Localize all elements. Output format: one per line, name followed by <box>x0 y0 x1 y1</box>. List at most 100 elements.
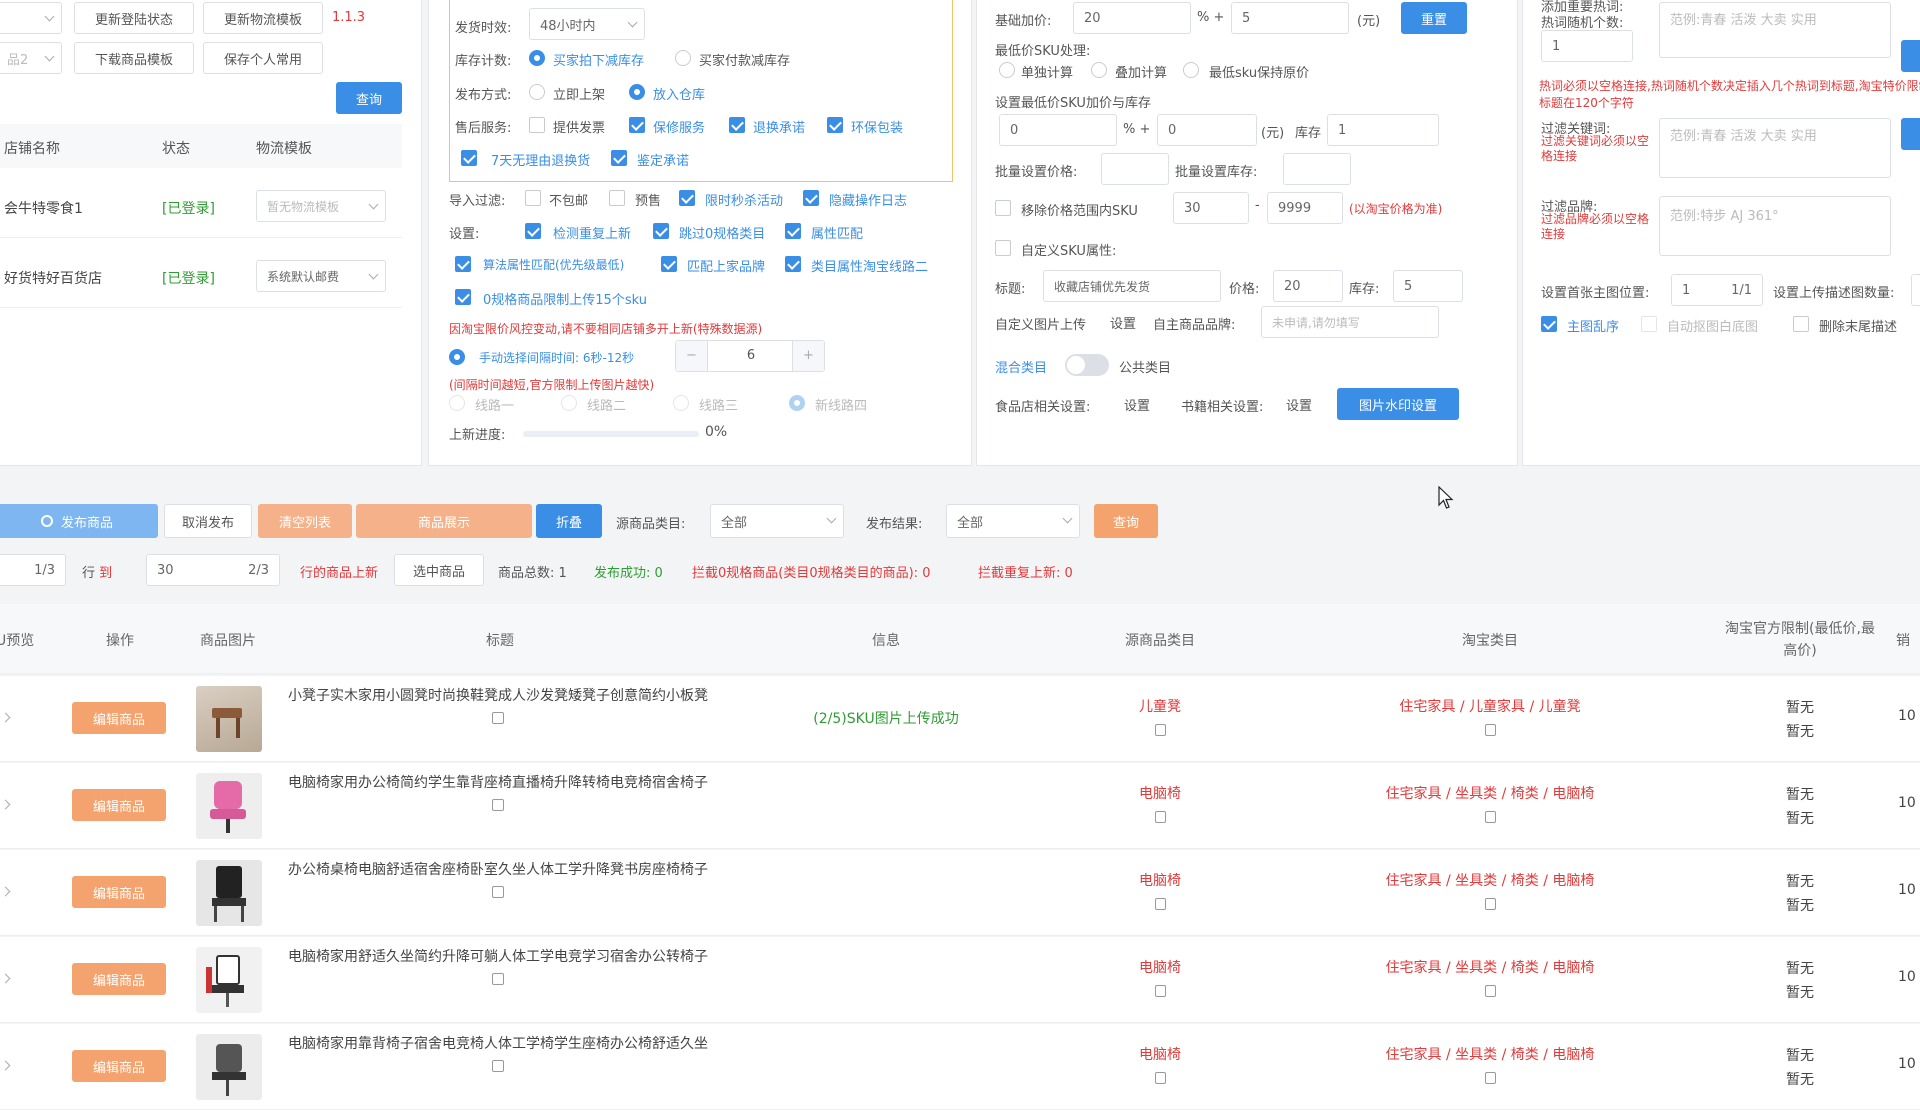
download-template-button[interactable]: 下载商品模板 <box>74 42 194 74</box>
line-radio[interactable] <box>561 395 577 411</box>
stock-opt-radio[interactable] <box>675 50 691 66</box>
setting-checkbox[interactable] <box>785 223 801 239</box>
hot-words-textarea[interactable]: 范例:青春 活泼 大卖 实用 <box>1659 2 1891 58</box>
publish-button[interactable]: 发布商品 <box>0 504 158 538</box>
copy-icon[interactable] <box>1484 724 1496 736</box>
remove-min-input[interactable]: 30 <box>1173 192 1249 224</box>
edit-product-button[interactable]: 编辑商品 <box>72 789 166 821</box>
filter-brand-textarea[interactable]: 范例:特步 AJ 361° <box>1659 196 1891 256</box>
shop-row[interactable]: 好货特好百货店 [已登录] 系统默认邮费 <box>0 248 402 308</box>
product-image[interactable] <box>196 773 262 839</box>
min-sku-stock-input[interactable]: 1 <box>1327 114 1439 146</box>
edit-icon[interactable] <box>492 973 504 985</box>
source-cat-select[interactable]: 全部 <box>710 504 844 538</box>
main-img-pos-input[interactable]: 1 1/1 <box>1671 274 1763 306</box>
book-set-button[interactable]: 设置 <box>1277 388 1321 420</box>
select-products-button[interactable]: 选中商品 <box>394 554 484 586</box>
base-price-input[interactable]: 20 <box>1073 2 1191 34</box>
setting-checkbox[interactable] <box>653 223 669 239</box>
expand-chevron-icon[interactable] <box>0 799 11 810</box>
batch-price-input[interactable] <box>1101 153 1169 185</box>
custom-img-set-button[interactable]: 设置 <box>1101 306 1145 338</box>
interval-radio[interactable] <box>449 349 465 365</box>
edit-icon[interactable] <box>492 1060 504 1072</box>
hot-words-button[interactable] <box>1901 40 1920 72</box>
expand-chevron-icon[interactable] <box>0 1060 11 1071</box>
aftersale-checkbox[interactable] <box>729 117 745 133</box>
watermark-button[interactable]: 图片水印设置 <box>1337 388 1459 420</box>
aftersale-checkbox[interactable] <box>611 150 627 166</box>
line-radio[interactable] <box>673 395 689 411</box>
stock-input[interactable]: 5 <box>1393 270 1463 302</box>
copy-icon[interactable] <box>1154 985 1166 997</box>
filter-kw-textarea[interactable]: 范例:青春 活泼 大卖 实用 <box>1659 118 1891 178</box>
publish-mode-radio[interactable] <box>529 84 545 100</box>
setting-checkbox[interactable] <box>455 289 471 305</box>
publish-mode-radio[interactable] <box>629 84 645 100</box>
hot-count-input[interactable]: 1 <box>1541 30 1633 62</box>
update-login-button[interactable]: 更新登陆状态 <box>74 2 194 34</box>
custom-sku-checkbox[interactable] <box>995 240 1011 256</box>
filter-query-button[interactable]: 查询 <box>1094 504 1158 538</box>
edit-product-button[interactable]: 编辑商品 <box>72 1050 166 1082</box>
remove-range-checkbox[interactable] <box>995 200 1011 216</box>
product-image[interactable] <box>196 860 262 926</box>
setting-checkbox[interactable] <box>455 256 471 272</box>
filter-checkbox[interactable] <box>609 190 625 206</box>
product-image[interactable] <box>196 1034 262 1100</box>
save-personal-button[interactable]: 保存个人常用 <box>203 42 323 74</box>
minus-icon[interactable]: − <box>676 341 708 371</box>
shop-template-select[interactable]: 系统默认邮费 <box>256 260 386 292</box>
min-sku-add-input[interactable]: 0 <box>1157 114 1257 146</box>
delete-desc-checkbox[interactable] <box>1793 316 1809 332</box>
min-sku-radio[interactable] <box>999 62 1015 78</box>
edit-product-button[interactable]: 编辑商品 <box>72 963 166 995</box>
table-row[interactable]: 编辑商品 电脑椅家用靠背椅子宿舍电竞椅人体工学椅学生座椅办公椅舒适久坐 电脑椅 住宅家… <box>0 1024 1920 1110</box>
line-radio[interactable] <box>789 395 805 411</box>
copy-icon[interactable] <box>1484 811 1496 823</box>
min-sku-radio[interactable] <box>1091 62 1107 78</box>
aftersale-checkbox[interactable] <box>629 117 645 133</box>
setting-checkbox[interactable] <box>525 223 541 239</box>
filter-checkbox[interactable] <box>679 190 695 206</box>
copy-icon[interactable] <box>1484 898 1496 910</box>
brand-input[interactable]: 未申请,请勿填写 <box>1261 306 1439 338</box>
table-row[interactable]: 编辑商品 办公椅桌椅电脑舒适宿舍座椅卧室久坐人体工学升降凳书房座椅椅子 电脑椅 住宅家… <box>0 850 1920 936</box>
food-set-button[interactable]: 设置 <box>1115 388 1159 420</box>
aftersale-checkbox[interactable] <box>461 150 477 166</box>
fold-button[interactable]: 折叠 <box>536 504 602 538</box>
white-bg-checkbox[interactable] <box>1641 316 1657 332</box>
batch-stock-input[interactable] <box>1283 153 1351 185</box>
aftersale-checkbox[interactable] <box>827 117 843 133</box>
category-toggle[interactable] <box>1065 354 1109 376</box>
filter-checkbox[interactable] <box>525 190 541 206</box>
copy-icon[interactable] <box>1484 1072 1496 1084</box>
shuffle-checkbox[interactable] <box>1541 316 1557 332</box>
edit-icon[interactable] <box>492 712 504 724</box>
edit-icon[interactable] <box>492 799 504 811</box>
product-image[interactable] <box>196 947 262 1013</box>
price-input[interactable]: 20 <box>1273 270 1343 302</box>
query-button[interactable]: 查询 <box>336 82 402 114</box>
min-sku-radio[interactable] <box>1183 62 1199 78</box>
expand-chevron-icon[interactable] <box>0 973 11 984</box>
cancel-publish-button[interactable]: 取消发布 <box>164 504 252 538</box>
shop-row[interactable]: 会牛特零食1 [已登录] 暂无物流模板 <box>0 178 402 238</box>
remove-max-input[interactable]: 9999 <box>1267 192 1343 224</box>
table-row[interactable]: 编辑商品 电脑椅家用办公椅简约学生靠背座椅直播椅升降转椅电竞椅宿舍椅子 电脑椅 住宅家… <box>0 763 1920 849</box>
filter-kw-button[interactable] <box>1901 118 1920 150</box>
edit-icon[interactable] <box>492 886 504 898</box>
plus-icon[interactable]: + <box>792 341 824 371</box>
show-products-button[interactable]: 商品展示 <box>356 504 532 538</box>
line-radio[interactable] <box>449 395 465 411</box>
reset-button[interactable]: 重置 <box>1401 2 1467 34</box>
expand-chevron-icon[interactable] <box>0 712 11 723</box>
clear-list-button[interactable]: 清空列表 <box>258 504 352 538</box>
top-dropdown-2[interactable]: 品2 <box>0 42 62 74</box>
copy-icon[interactable] <box>1154 811 1166 823</box>
page-input-a[interactable]: 1/3 <box>0 554 66 586</box>
min-sku-pct-input[interactable]: 0 <box>999 114 1117 146</box>
ship-time-select[interactable]: 48小时内 <box>529 8 645 40</box>
update-logistics-button[interactable]: 更新物流模板 <box>203 2 323 34</box>
result-select[interactable]: 全部 <box>946 504 1080 538</box>
